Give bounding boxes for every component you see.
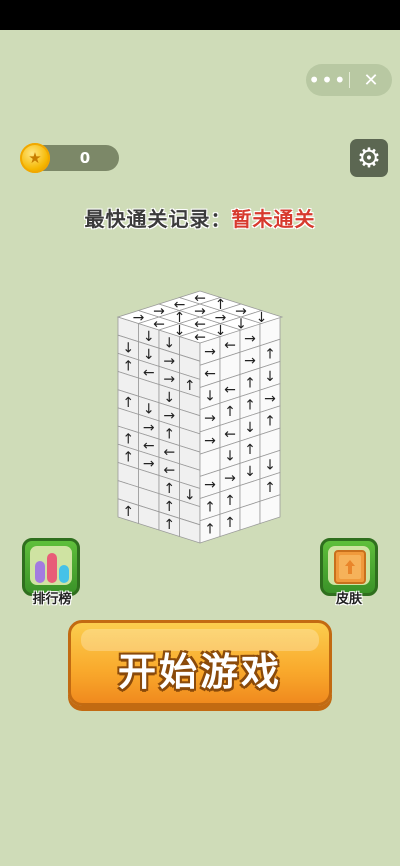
arrow-glyph: ↓ — [264, 369, 276, 385]
arrow-glyph: ↑ — [264, 347, 276, 363]
crate-icon — [328, 546, 370, 585]
arrow-glyph: ↑ — [122, 450, 134, 466]
arrow-glyph: ↑ — [204, 522, 216, 538]
arrow-glyph: ← — [163, 463, 175, 479]
record-value: 暂未通关 — [231, 207, 316, 231]
arrow-glyph: ↑ — [264, 413, 276, 429]
arrow-glyph: ↓ — [244, 420, 256, 436]
arrow-glyph: ↑ — [163, 517, 175, 533]
arrow-glyph: ← — [224, 426, 236, 442]
arrow-glyph: → — [143, 456, 155, 472]
status-bar — [0, 0, 400, 30]
arrow-glyph: ↑ — [224, 493, 236, 509]
arrow-glyph: ↑ — [163, 481, 175, 497]
arrow-glyph: → — [163, 372, 175, 388]
arrow-glyph: ← — [224, 337, 236, 353]
arrow-glyph: → — [244, 331, 256, 347]
arrow-glyph: → — [204, 477, 216, 493]
arrow-glyph: ↑ — [264, 480, 276, 496]
arrow-glyph: ↓ — [264, 458, 276, 474]
arrow-glyph: ↓ — [122, 341, 134, 357]
arrow-glyph: → — [244, 353, 256, 369]
arrow-glyph: ↑ — [163, 426, 175, 442]
arrow-glyph: ↓ — [163, 390, 175, 406]
coin-icon: ★ — [20, 143, 50, 173]
arrow-glyph: ↓ — [224, 448, 236, 464]
leaderboard-label: 排行榜 — [32, 592, 72, 607]
arrow-glyph: → — [224, 471, 236, 487]
arrow-glyph: → — [163, 408, 175, 424]
arrow-glyph: ← — [224, 382, 236, 398]
arrow-glyph: ↓ — [244, 464, 256, 480]
arrow-glyph: → — [204, 411, 216, 427]
arrow-glyph: ↓ — [143, 347, 155, 363]
arrow-glyph: ↑ — [163, 499, 175, 515]
arrow-glyph: ↑ — [224, 515, 236, 531]
arrow-glyph: ↑ — [204, 499, 216, 515]
arrow-glyph: → — [204, 433, 216, 449]
arrow-glyph: ↑ — [122, 504, 134, 520]
gear-icon[interactable]: ⚙ — [350, 139, 388, 177]
bar-chart-icon — [30, 546, 72, 585]
coin-count: 0 — [79, 149, 91, 167]
arrow-glyph: ↓ — [184, 487, 196, 503]
arrow-glyph: → — [163, 354, 175, 370]
arrow-glyph: ↓ — [204, 388, 216, 404]
arrow-glyph: ↑ — [244, 375, 256, 391]
close-icon[interactable]: ✕ — [350, 64, 392, 96]
arrow-glyph: ← — [143, 438, 155, 454]
cube-left-face: ↓ ↓↓ ↓ →↑ ← → ↑↓↑ ↓ →→ ↑↑ ← ←↑ → ←↑ ↓↑↑↑ — [117, 316, 201, 544]
arrow-glyph: → — [143, 420, 155, 436]
best-record: 最快通关记录：暂未通关 — [0, 203, 400, 232]
arrow-glyph: → — [204, 344, 216, 360]
arrow-glyph: ↓ — [256, 310, 268, 326]
start-game-label: 开始游戏 — [117, 650, 282, 694]
arrow-glyph: ↑ — [244, 442, 256, 458]
start-game-button[interactable]: 开始游戏 — [68, 620, 332, 706]
arrow-glyph: ← — [163, 444, 175, 460]
arrow-glyph: ↑ — [224, 404, 236, 420]
arrow-glyph: ↑ — [122, 431, 134, 447]
arrow-glyph: ↑ — [122, 395, 134, 411]
arrow-glyph: ↑ — [184, 378, 196, 394]
skin-label: 皮肤 — [335, 592, 362, 607]
arrow-glyph: ← — [204, 366, 216, 382]
record-label: 最快通关记录： — [84, 207, 232, 231]
arrow-cube-tower[interactable]: ↓ ↓↓ ↓ →↑ ← → ↑↓↑ ↓ →→ ↑↑ ← ←↑ → ←↑ ↓↑↑↑ → ← →←→ ↑↓ ← ↑ ↓→ ↑ ↑… — [110, 285, 290, 550]
mini-program-capsule: ••• ✕ — [306, 64, 392, 96]
arrow-glyph: → — [264, 391, 276, 407]
cube-right-face: → ← → ← → ↑ ↓ ← ↑ ↓ → ↑ ↑ → → ← ↓ ↑ ↓ ↑ → → ↓ ↓ ↑ ↑ ↑ ↑ ↑ — [199, 316, 281, 544]
arrow-glyph: ↑ — [122, 359, 134, 375]
ellipsis-icon[interactable]: ••• — [306, 64, 349, 96]
arrow-glyph: ← — [143, 365, 155, 381]
arrow-glyph: ↓ — [143, 402, 155, 418]
arrow-glyph: ↑ — [244, 398, 256, 414]
